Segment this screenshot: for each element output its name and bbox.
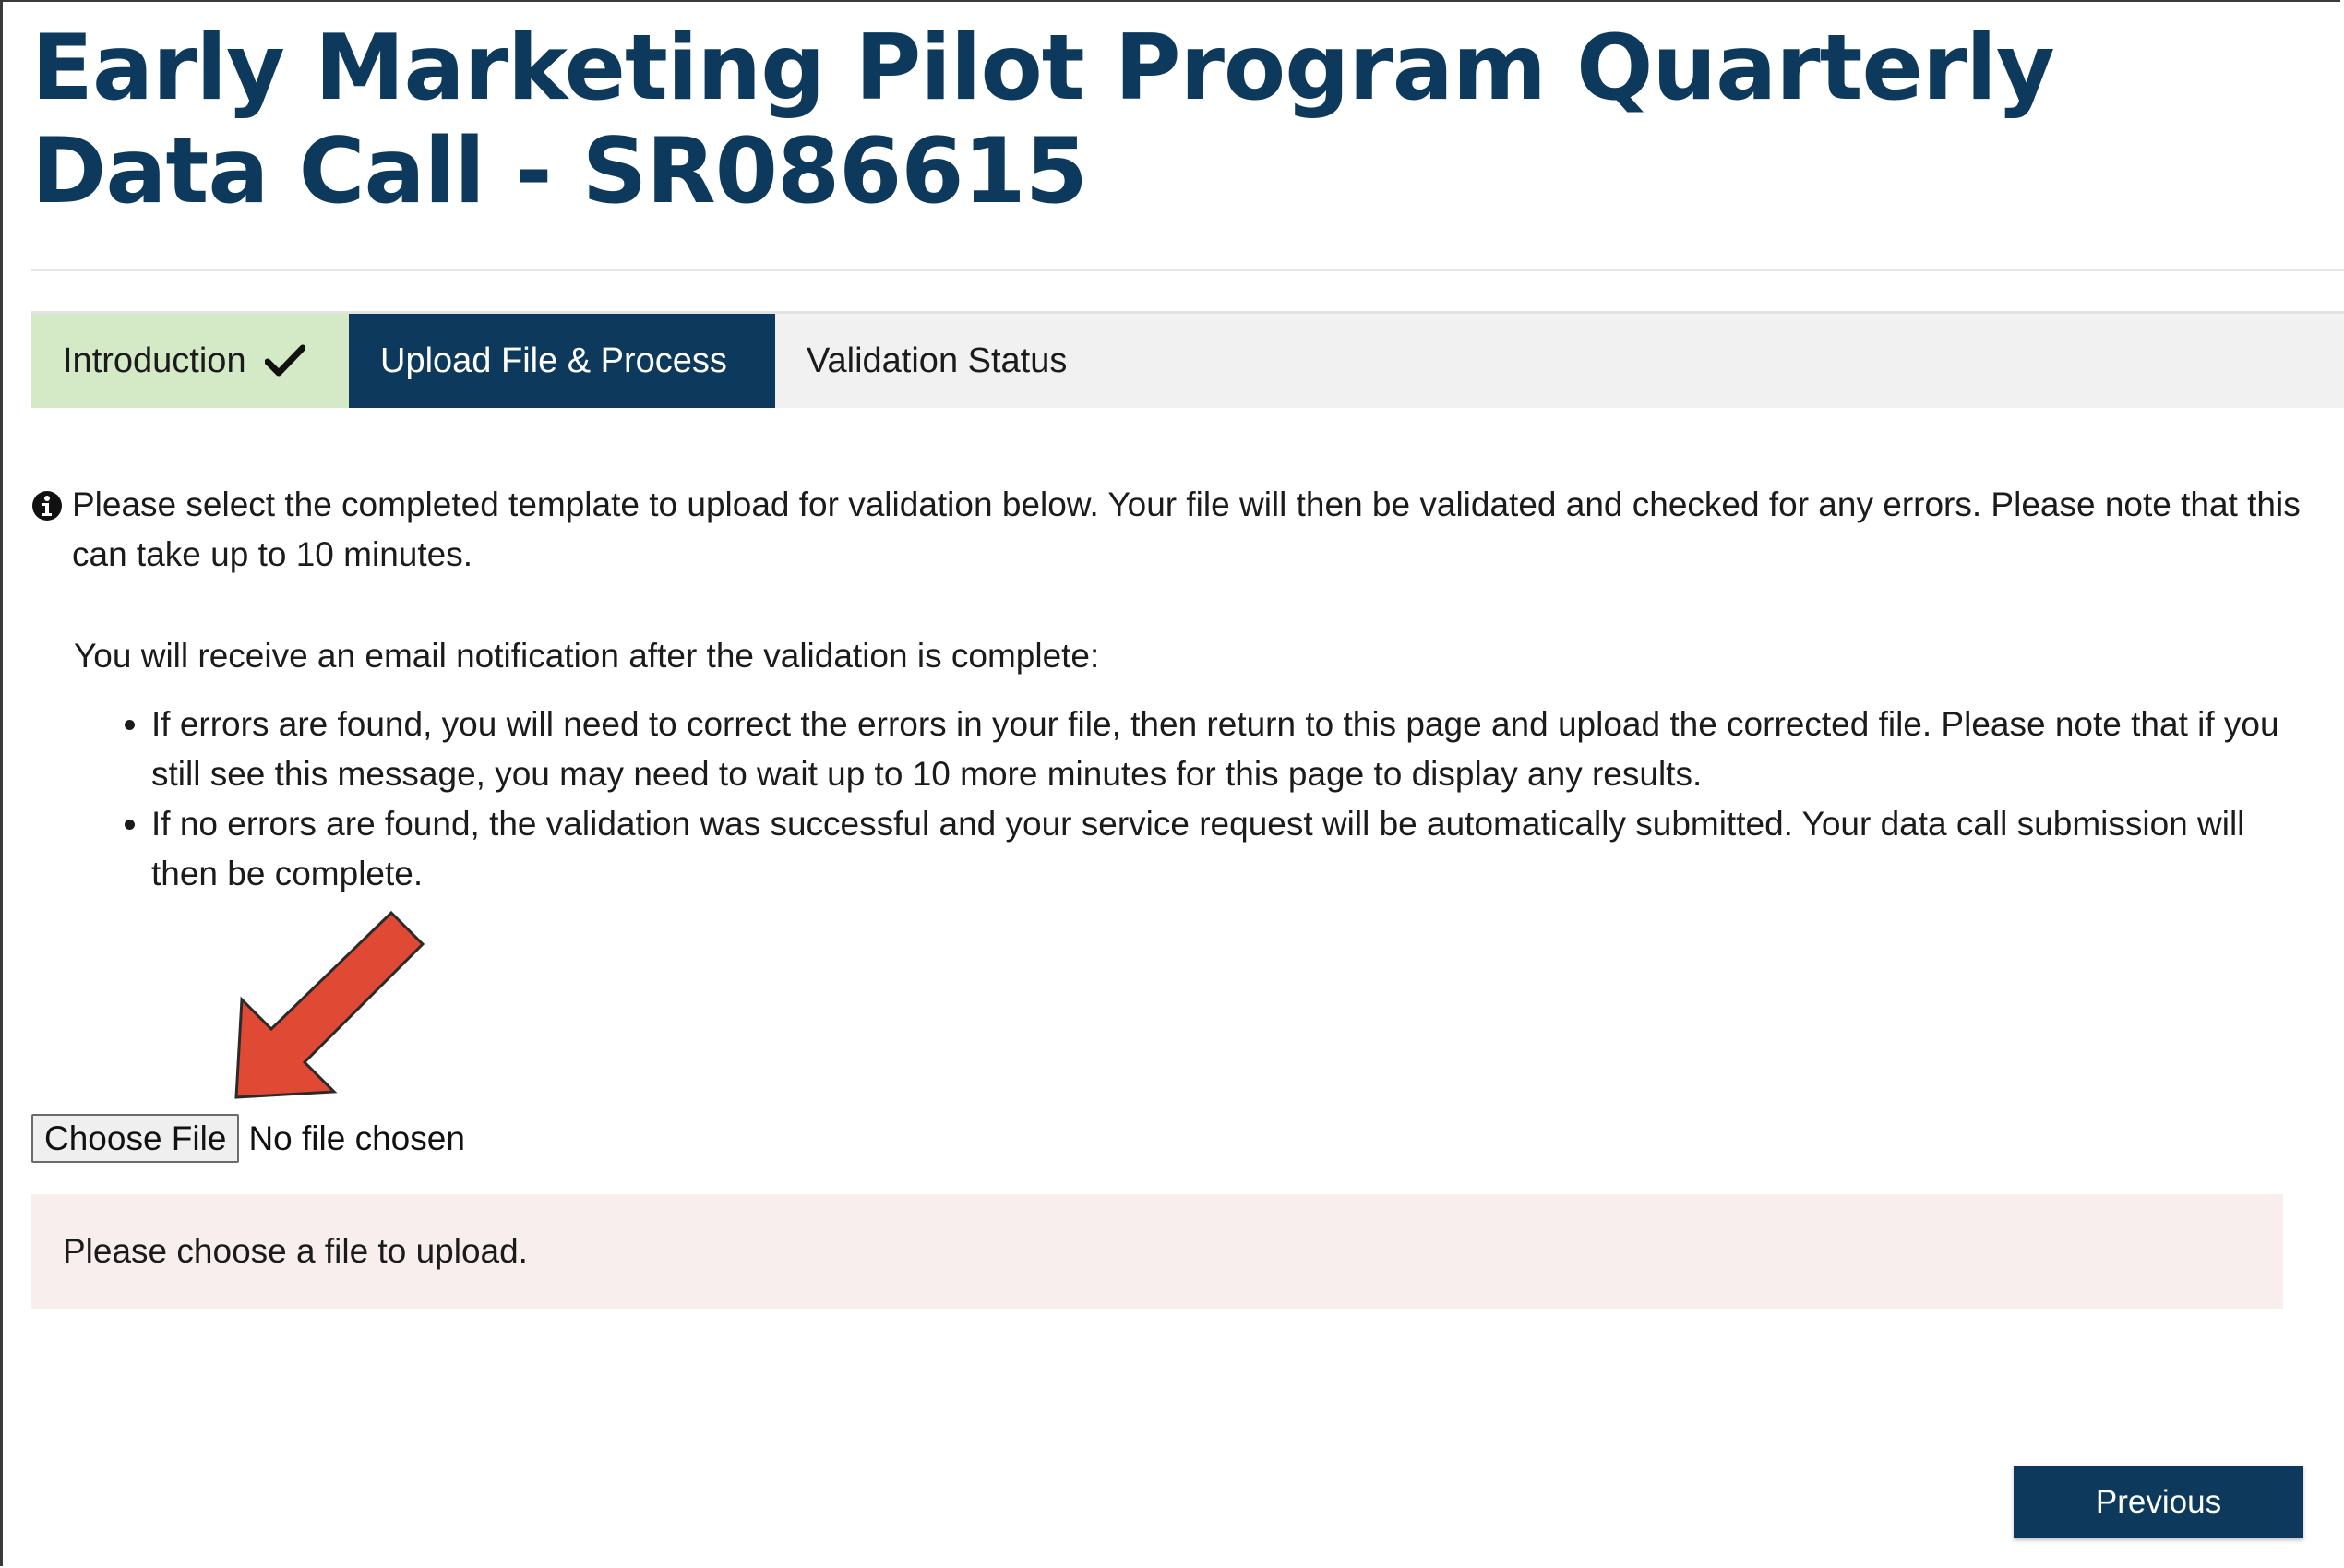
page-title: Early Marketing Pilot Program Quarterly … bbox=[31, 16, 2055, 224]
title-divider bbox=[31, 269, 2344, 271]
info-message: Please select the completed template to … bbox=[31, 480, 2320, 580]
choose-file-button[interactable]: Choose File bbox=[31, 1114, 240, 1163]
previous-button[interactable]: Previous bbox=[2014, 1466, 2303, 1538]
info-circle-icon bbox=[32, 491, 62, 521]
validation-alert: Please choose a file to upload. bbox=[31, 1194, 2283, 1309]
tab-validation-status[interactable]: Validation Status bbox=[775, 314, 1098, 408]
alert-message: Please choose a file to upload. bbox=[63, 1232, 528, 1270]
step-tabs: Introduction Upload File & Process Valid… bbox=[31, 311, 2344, 408]
check-icon bbox=[264, 344, 305, 377]
annotation-arrow-icon bbox=[234, 910, 425, 1099]
email-notification-note: You will receive an email notification a… bbox=[74, 637, 1100, 675]
list-item-no-errors: If no errors are found, the validation w… bbox=[151, 799, 2302, 899]
file-upload-control: Choose File No file chosen bbox=[31, 1114, 465, 1163]
info-text: Please select the completed template to … bbox=[72, 485, 2301, 573]
tab-introduction-label: Introduction bbox=[63, 341, 246, 380]
tab-upload-file-process[interactable]: Upload File & Process bbox=[349, 314, 775, 408]
upload-instructions: Please select the completed template to … bbox=[31, 480, 2320, 899]
tab-introduction[interactable]: Introduction bbox=[31, 314, 349, 408]
result-bullets: If errors are found, you will need to co… bbox=[31, 700, 2320, 899]
file-status-text: No file chosen bbox=[248, 1119, 465, 1157]
list-item-errors-found: If errors are found, you will need to co… bbox=[151, 700, 2302, 799]
tab-upload-label: Upload File & Process bbox=[380, 341, 727, 380]
main-content: Early Marketing Pilot Program Quarterly … bbox=[31, 0, 2344, 1538]
tab-validation-label: Validation Status bbox=[807, 341, 1068, 380]
